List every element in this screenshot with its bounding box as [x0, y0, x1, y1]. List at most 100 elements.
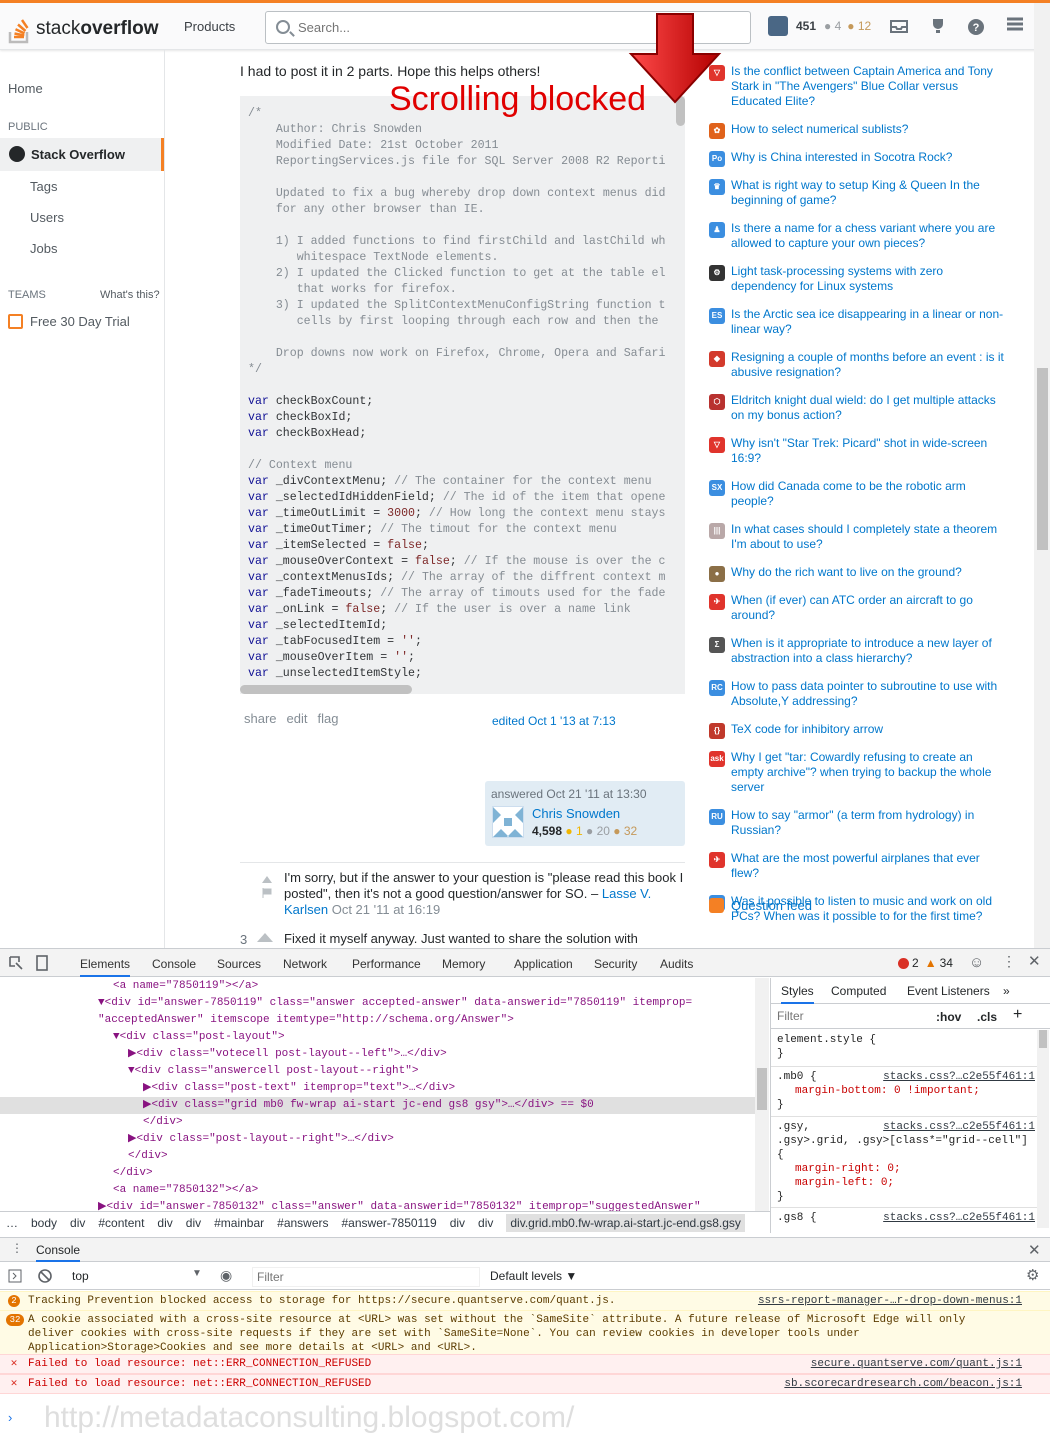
elements-scrollbar[interactable] [755, 978, 769, 1211]
breadcrumb-item[interactable]: #answer-7850119 [342, 1216, 437, 1230]
cls-toggle[interactable]: .cls [977, 1010, 997, 1024]
hot-question-item[interactable]: ♛ What is right way to setup King & Queen… [709, 178, 1004, 208]
dom-node[interactable]: ▶<div class="grid mb0 fw-wrap ai-start j… [0, 1097, 755, 1114]
devtools-tab[interactable]: Console [152, 957, 196, 971]
code-hscrollbar[interactable] [240, 685, 685, 694]
styles-filter-input[interactable] [777, 1009, 925, 1023]
feedback-icon[interactable]: ☺ [969, 954, 984, 971]
flag-link[interactable]: flag [318, 711, 339, 726]
console-settings-icon[interactable]: ⚙ [1026, 1266, 1039, 1284]
achievements-icon[interactable] [927, 17, 949, 39]
hot-question-title[interactable]: How did Canada come to be the robotic ar… [731, 479, 1004, 509]
console-source-link[interactable]: ssrs-report-manager-…r-drop-down-menus:1 [758, 1294, 1022, 1308]
hot-question-title[interactable]: Resigning a couple of months before an e… [731, 350, 1004, 380]
free-trial-link[interactable]: Free 30 Day Trial [8, 314, 130, 329]
comment-date[interactable]: Oct 21 '11 at 16:19 [332, 902, 440, 917]
author-name[interactable]: Chris Snowden [532, 806, 620, 821]
hot-question-title[interactable]: How to pass data pointer to subroutine t… [731, 679, 1004, 709]
dom-node[interactable]: ▼<div id="answer-7850119" class="answer … [0, 995, 755, 1012]
dom-node[interactable]: ▶<div class="votecell post-layout--left"… [0, 1046, 755, 1063]
question-feed-link[interactable]: Question feed [709, 898, 812, 913]
nav-stack-overflow[interactable]: Stack Overflow [0, 138, 164, 171]
rule-source-link[interactable]: stacks.css?…c2e55f461:1 [883, 1120, 1035, 1134]
hot-question-item[interactable]: ✈ When (if ever) can ATC order an aircraf… [709, 593, 1004, 623]
hot-question-title[interactable]: Why is China interested in Socotra Rock? [731, 150, 952, 167]
hot-question-item[interactable]: SX How did Canada come to be the robotic … [709, 479, 1004, 509]
breadcrumb-item[interactable]: body [31, 1216, 57, 1230]
dom-node[interactable]: </div> [0, 1165, 755, 1182]
console-message[interactable]: 32 A cookie associated with a cross-site … [0, 1310, 1050, 1358]
console-drawer-tab[interactable]: Console [36, 1243, 81, 1262]
breadcrumb-item[interactable]: div [478, 1216, 493, 1230]
issue-counts[interactable]: 2 ▲ 34 [898, 956, 953, 970]
dom-node[interactable]: ▶<div class="post-text" itemprop="text">… [0, 1080, 755, 1097]
close-devtools-icon[interactable]: ✕ [1028, 952, 1041, 970]
devtools-tab[interactable]: Network [283, 957, 327, 971]
rule-source-link[interactable]: stacks.css?…c2e55f461:1 [883, 1070, 1035, 1084]
rule-source-link[interactable]: stacks.css?…c2e55f461:1 [883, 1211, 1035, 1225]
styles-tab[interactable]: Styles [781, 984, 814, 1004]
code-block[interactable]: /* Author: Chris Snowden Modified Date: … [240, 96, 685, 694]
console-source-link[interactable]: sb.scorecardresearch.com/beacon.js:1 [784, 1377, 1022, 1391]
style-rule[interactable]: element.style {} [777, 1033, 1035, 1061]
whats-this-link[interactable]: What's this? [100, 289, 160, 301]
context-dropdown-icon[interactable]: ▼ [192, 1268, 202, 1279]
avatar[interactable] [768, 16, 788, 36]
edit-link[interactable]: edit [287, 711, 308, 726]
breadcrumb-item[interactable]: #answers [277, 1216, 328, 1230]
upvote-icon[interactable] [257, 932, 273, 942]
devtools-tab[interactable]: Sources [217, 957, 261, 971]
nav-jobs[interactable]: Jobs [30, 241, 57, 256]
dom-node[interactable]: </div> [0, 1148, 755, 1165]
nav-home[interactable]: Home [8, 81, 43, 96]
hot-question-title[interactable]: Is the conflict between Captain America … [731, 64, 1004, 109]
rule-property[interactable]: margin-right: 0; [777, 1162, 1035, 1176]
hot-question-item[interactable]: ask Why I get "tar: Cowardly refusing to … [709, 750, 1004, 795]
products-menu[interactable]: Products [184, 19, 235, 34]
devtools-tab[interactable]: Elements [80, 957, 131, 977]
context-selector[interactable]: top [72, 1269, 89, 1283]
console-filter-input[interactable] [252, 1267, 480, 1287]
style-rule[interactable]: .gs8 {stacks.css?…c2e55f461:1 [777, 1211, 1035, 1225]
breadcrumb-item[interactable]: div [450, 1216, 465, 1230]
dom-node[interactable]: <a name="7850132"></a> [0, 1182, 755, 1199]
dom-node[interactable]: </div> [0, 1114, 755, 1131]
user-card[interactable]: 451 ● 4 ● 12 [768, 16, 877, 36]
hot-question-item[interactable]: ⚙ Light task-processing systems with zero… [709, 264, 1004, 294]
new-rule-icon[interactable]: + [1013, 1006, 1022, 1024]
breadcrumb-current[interactable]: div.grid.mb0.fw-wrap.ai-start.jc-end.gs8… [506, 1214, 745, 1232]
rule-property[interactable]: margin-left: 0; [777, 1176, 1035, 1190]
hot-question-item[interactable]: ✈ What are the most powerful airplanes th… [709, 851, 1004, 881]
breadcrumb-item[interactable]: div [157, 1216, 172, 1230]
inbox-icon[interactable] [888, 17, 910, 39]
nav-users[interactable]: Users [30, 210, 64, 225]
hot-question-title[interactable]: Is there a name for a chess variant wher… [731, 221, 1004, 251]
devtools-tab[interactable]: Security [594, 957, 637, 971]
styles-tab[interactable]: Event Listeners [907, 984, 990, 998]
sidebar-toggle-icon[interactable] [8, 1269, 22, 1283]
hot-question-title[interactable]: Why I get "tar: Cowardly refusing to cre… [731, 750, 1004, 795]
hot-question-item[interactable]: ⬡ Eldritch knight dual wield: do I get mu… [709, 393, 1004, 423]
hot-question-title[interactable]: Why isn't "Star Trek: Picard" shot in wi… [731, 436, 1004, 466]
more-tabs-icon[interactable]: » [1003, 984, 1010, 998]
hot-question-title[interactable]: How to select numerical sublists? [731, 122, 908, 139]
hot-question-title[interactable]: Eldritch knight dual wield: do I get mul… [731, 393, 1004, 423]
console-message[interactable]: ✕ Failed to load resource: net::ERR_CONNE… [0, 1374, 1050, 1394]
breadcrumb-item[interactable]: … [6, 1216, 18, 1230]
log-levels-dropdown[interactable]: Default levels ▼ [490, 1269, 577, 1283]
dom-node[interactable]: ▼<div class="answercell post-layout--rig… [0, 1063, 755, 1080]
dom-breadcrumb[interactable]: … body div #content div div #mainbar #answers #a… [0, 1211, 770, 1233]
hot-question-item[interactable]: ES Is the Arctic sea ice disappearing in … [709, 307, 1004, 337]
hot-question-item[interactable]: ♟ Is there a name for a chess variant whe… [709, 221, 1004, 251]
dom-node[interactable]: ▼<div class="post-layout"> [0, 1029, 755, 1046]
hot-question-title[interactable]: TeX code for inhibitory arrow [731, 722, 883, 739]
page-scrollbar[interactable] [1034, 3, 1050, 948]
hot-question-item[interactable]: {} TeX code for inhibitory arrow [709, 722, 1004, 739]
devtools-tab[interactable]: Application [514, 957, 573, 971]
hot-question-item[interactable]: RU How to say "armor" (a term from hydrol… [709, 808, 1004, 838]
hot-question-title[interactable]: In what cases should I completely state … [731, 522, 1004, 552]
hot-question-title[interactable]: How to say "armor" (a term from hydrolog… [731, 808, 1004, 838]
hot-question-title[interactable]: What are the most powerful airplanes tha… [731, 851, 1004, 881]
breadcrumb-item[interactable]: #mainbar [214, 1216, 264, 1230]
hot-question-title[interactable]: What is right way to setup King & Queen … [731, 178, 1004, 208]
